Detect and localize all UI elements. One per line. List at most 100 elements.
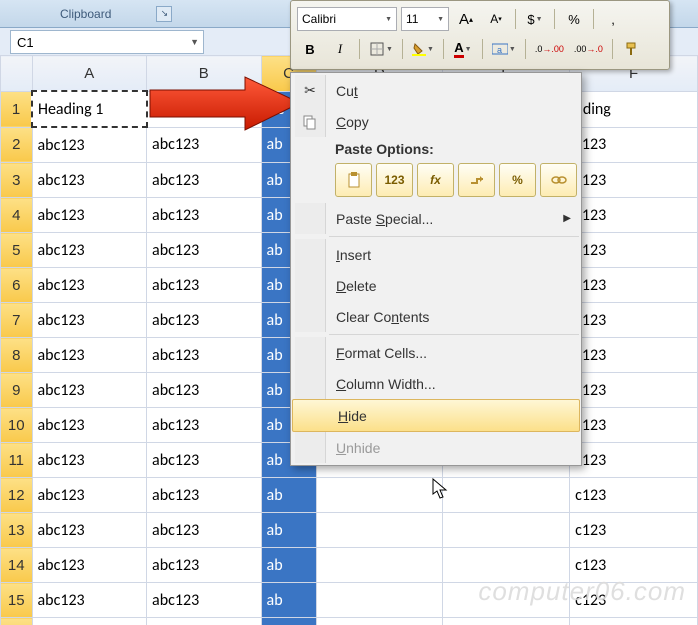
cell-E14[interactable]	[443, 548, 570, 583]
cell-F14[interactable]: c123	[570, 548, 698, 583]
cell-A5[interactable]: abc123	[32, 233, 147, 268]
cell-A15[interactable]: abc123	[32, 583, 147, 618]
select-all-corner[interactable]	[1, 56, 33, 92]
cell-B11[interactable]: abc123	[147, 443, 262, 478]
cell-F3[interactable]: c123	[570, 163, 698, 198]
cell-D12[interactable]	[316, 478, 443, 513]
menu-copy[interactable]: Copy	[291, 106, 581, 137]
row-header-16[interactable]: 16	[1, 618, 33, 625]
cell-B15[interactable]: abc123	[147, 583, 262, 618]
cell-A8[interactable]: abc123	[32, 338, 147, 373]
cell-A3[interactable]: abc123	[32, 163, 147, 198]
cell-A14[interactable]: abc123	[32, 548, 147, 583]
cell-B12[interactable]: abc123	[147, 478, 262, 513]
menu-clear-contents[interactable]: Clear Contents	[291, 301, 581, 332]
cell-F6[interactable]: c123	[570, 268, 698, 303]
cell-F1[interactable]: ading	[570, 91, 698, 127]
name-box[interactable]: C1 ▼	[10, 30, 204, 54]
row-header-11[interactable]: 11	[1, 443, 33, 478]
accounting-format-button[interactable]: $▼	[522, 8, 548, 30]
row-header-15[interactable]: 15	[1, 583, 33, 618]
row-header-9[interactable]: 9	[1, 373, 33, 408]
cell-B7[interactable]: abc123	[147, 303, 262, 338]
clipboard-expand-icon[interactable]: ↘	[156, 6, 172, 22]
cell-E16[interactable]	[443, 618, 570, 625]
menu-delete[interactable]: Delete	[291, 270, 581, 301]
cell-A10[interactable]: abc123	[32, 408, 147, 443]
cell-B2[interactable]: abc123	[147, 127, 262, 163]
row-header-6[interactable]: 6	[1, 268, 33, 303]
italic-button[interactable]: I	[327, 38, 353, 60]
paste-opt-values[interactable]: 123	[376, 163, 413, 197]
row-header-1[interactable]: 1	[1, 91, 33, 127]
cell-F13[interactable]: c123	[570, 513, 698, 548]
row-header-12[interactable]: 12	[1, 478, 33, 513]
cell-F9[interactable]: c123	[570, 373, 698, 408]
grow-font-button[interactable]: A▴	[453, 8, 479, 30]
menu-cut[interactable]: ✂ Cut	[291, 75, 581, 106]
paste-opt-link[interactable]	[540, 163, 577, 197]
format-painter-button[interactable]	[619, 38, 645, 60]
cell-A9[interactable]: abc123	[32, 373, 147, 408]
row-header-7[interactable]: 7	[1, 303, 33, 338]
font-size-dropdown[interactable]: 11 ▼	[401, 7, 449, 31]
cell-B5[interactable]: abc123	[147, 233, 262, 268]
cell-B8[interactable]: abc123	[147, 338, 262, 373]
menu-paste-special[interactable]: Paste Special... ▶	[291, 203, 581, 234]
name-box-dropdown-icon[interactable]: ▼	[190, 37, 199, 47]
cell-F16[interactable]: c123	[570, 618, 698, 625]
cell-B9[interactable]: abc123	[147, 373, 262, 408]
cell-D16[interactable]	[316, 618, 443, 625]
row-header-4[interactable]: 4	[1, 198, 33, 233]
row-header-13[interactable]: 13	[1, 513, 33, 548]
cell-A16[interactable]: abc123	[32, 618, 147, 625]
cell-F2[interactable]: c123	[570, 127, 698, 163]
cell-A1[interactable]: Heading 1	[32, 91, 147, 127]
menu-format-cells[interactable]: Format Cells...	[291, 337, 581, 368]
cell-F4[interactable]: c123	[570, 198, 698, 233]
row-header-3[interactable]: 3	[1, 163, 33, 198]
cell-A4[interactable]: abc123	[32, 198, 147, 233]
row-header-14[interactable]: 14	[1, 548, 33, 583]
cell-A2[interactable]: abc123	[32, 127, 147, 163]
cell-E15[interactable]	[443, 583, 570, 618]
increase-decimal-button[interactable]: .0→.00	[532, 38, 567, 60]
cell-A13[interactable]: abc123	[32, 513, 147, 548]
cell-F11[interactable]: c123	[570, 443, 698, 478]
cell-A6[interactable]: abc123	[32, 268, 147, 303]
paste-opt-transpose[interactable]	[458, 163, 495, 197]
cell-B3[interactable]: abc123	[147, 163, 262, 198]
cell-B1[interactable]: Heading 2	[147, 91, 262, 127]
font-color-button[interactable]: A ▼	[450, 38, 476, 60]
cell-F5[interactable]: c123	[570, 233, 698, 268]
cell-A12[interactable]: abc123	[32, 478, 147, 513]
row-header-5[interactable]: 5	[1, 233, 33, 268]
decrease-decimal-button[interactable]: .00→.0	[571, 38, 606, 60]
paste-opt-default[interactable]	[335, 163, 372, 197]
cell-B16[interactable]: abc123	[147, 618, 262, 625]
cell-F8[interactable]: c123	[570, 338, 698, 373]
cell-C14[interactable]: ab	[261, 548, 316, 583]
cell-F12[interactable]: c123	[570, 478, 698, 513]
cell-F10[interactable]: c123	[570, 408, 698, 443]
merge-center-button[interactable]: a ▼	[489, 38, 519, 60]
row-header-2[interactable]: 2	[1, 127, 33, 163]
cell-B14[interactable]: abc123	[147, 548, 262, 583]
cell-D14[interactable]	[316, 548, 443, 583]
cell-B13[interactable]: abc123	[147, 513, 262, 548]
percent-format-button[interactable]: %	[561, 8, 587, 30]
menu-column-width[interactable]: Column Width...	[291, 368, 581, 399]
cell-C15[interactable]: ab	[261, 583, 316, 618]
bold-button[interactable]: B	[297, 38, 323, 60]
borders-button[interactable]: ▼	[366, 38, 396, 60]
row-header-8[interactable]: 8	[1, 338, 33, 373]
cell-E13[interactable]	[443, 513, 570, 548]
cell-F7[interactable]: c123	[570, 303, 698, 338]
cell-C16[interactable]: ab	[261, 618, 316, 625]
cell-A11[interactable]: abc123	[32, 443, 147, 478]
column-header-b[interactable]: B	[147, 56, 262, 92]
menu-insert[interactable]: Insert	[291, 239, 581, 270]
shrink-font-button[interactable]: A▾	[483, 8, 509, 30]
cell-E12[interactable]	[443, 478, 570, 513]
cell-B6[interactable]: abc123	[147, 268, 262, 303]
